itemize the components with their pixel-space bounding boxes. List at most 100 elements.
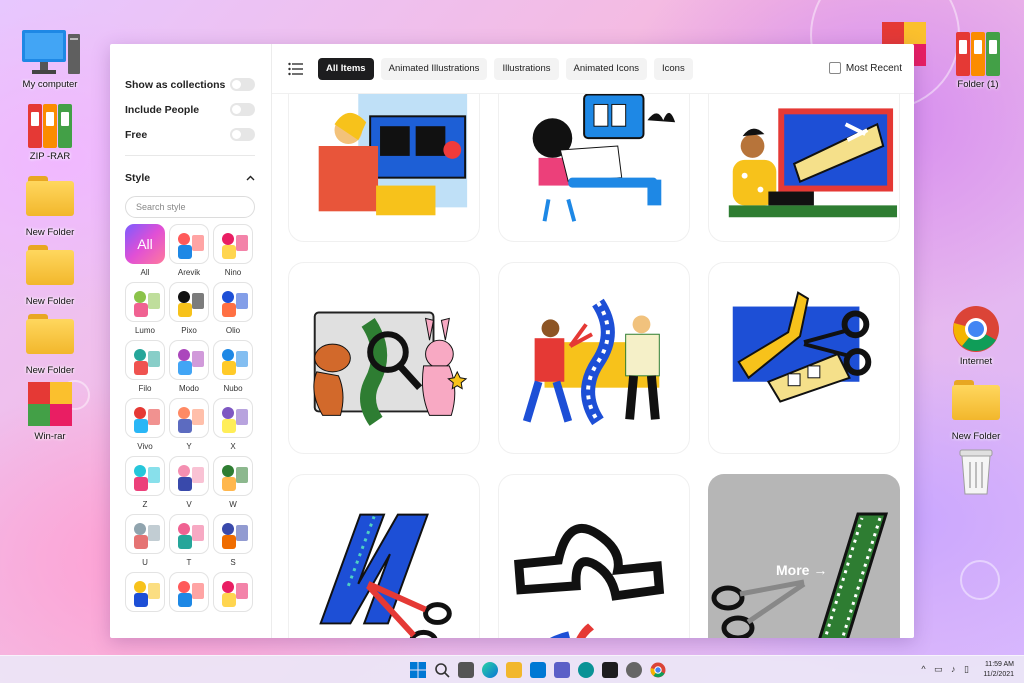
tab-animated-icons[interactable]: Animated Icons bbox=[565, 57, 647, 80]
most-recent-checkbox[interactable] bbox=[828, 62, 841, 74]
store-icon[interactable] bbox=[530, 662, 546, 678]
illustration-card[interactable] bbox=[288, 262, 480, 454]
style-option[interactable]: U bbox=[125, 514, 165, 567]
most-recent-filter[interactable]: Most Recent bbox=[828, 62, 902, 74]
edge-icon[interactable] bbox=[482, 662, 498, 678]
style-option[interactable]: Arevik bbox=[169, 224, 209, 277]
style-label: Pixo bbox=[181, 326, 197, 335]
tab-illustrations[interactable]: Illustrations bbox=[494, 57, 559, 80]
toggle-row-free: Free bbox=[125, 122, 255, 147]
style-option[interactable]: S bbox=[213, 514, 253, 567]
desktop-icon-new-folder[interactable]: New Folder bbox=[12, 170, 88, 238]
style-option[interactable]: V bbox=[169, 456, 209, 509]
style-option[interactable] bbox=[213, 572, 253, 616]
taskbar: ^ ▭ ♪ ▯ 11:59 AM 11/2/2021 bbox=[0, 655, 1024, 683]
more-card-illustration bbox=[711, 512, 889, 638]
illustration-card[interactable] bbox=[708, 94, 900, 242]
style-label: Arevik bbox=[177, 268, 201, 277]
style-option[interactable]: T bbox=[169, 514, 209, 567]
illustration-card[interactable] bbox=[498, 474, 690, 638]
style-thumbnail-all: All bbox=[125, 224, 165, 264]
style-label: Nubo bbox=[223, 384, 243, 393]
desktop-icon-label: ZIP -RAR bbox=[29, 151, 71, 162]
desktop-icon-label: My computer bbox=[22, 79, 78, 90]
search-icon[interactable] bbox=[434, 662, 450, 678]
style-thumbnail bbox=[169, 514, 209, 554]
style-label: Y bbox=[186, 442, 192, 451]
settings-icon[interactable] bbox=[626, 662, 642, 678]
chrome-icon[interactable] bbox=[650, 662, 666, 678]
style-option[interactable]: Olio bbox=[213, 282, 253, 335]
style-option[interactable]: Modo bbox=[169, 340, 209, 393]
folder-icon bbox=[952, 380, 1000, 428]
teams-icon[interactable] bbox=[554, 662, 570, 678]
desktop-icon-new-folder[interactable]: New Folder bbox=[938, 374, 1014, 442]
more-button-label: More → bbox=[776, 562, 828, 578]
tab-animated-illustrations[interactable]: Animated Illustrations bbox=[380, 57, 488, 80]
style-option[interactable]: Vivo bbox=[125, 398, 165, 451]
style-option[interactable]: W bbox=[213, 456, 253, 509]
illustration-card[interactable] bbox=[708, 262, 900, 454]
filter-sidebar: Show as collections Include People Free … bbox=[110, 44, 272, 638]
style-option[interactable] bbox=[169, 572, 209, 616]
style-thumbnail bbox=[213, 282, 253, 322]
style-option[interactable]: Lumo bbox=[125, 282, 165, 335]
desktop-icon-my-computer[interactable]: My computer bbox=[12, 28, 88, 90]
desktop-icon-new-folder[interactable]: New Folder bbox=[12, 239, 88, 307]
illustration-card[interactable] bbox=[288, 474, 480, 638]
style-section-header[interactable]: Style bbox=[125, 164, 255, 192]
desktop-icon-zip-rar[interactable]: ZIP -RAR bbox=[12, 100, 88, 162]
style-label: Vivo bbox=[137, 442, 153, 451]
style-option[interactable]: Filo bbox=[125, 340, 165, 393]
show-as-collections-switch[interactable] bbox=[230, 78, 255, 91]
style-thumbnail bbox=[213, 398, 253, 438]
include-people-switch[interactable] bbox=[230, 103, 255, 116]
desktop-icon-label: New Folder bbox=[25, 227, 75, 238]
style-option[interactable]: Y bbox=[169, 398, 209, 451]
toggle-label: Include People bbox=[125, 103, 200, 116]
more-results-card[interactable]: More → bbox=[708, 474, 900, 638]
desktop-icon-label: New Folder bbox=[25, 365, 75, 376]
style-option[interactable]: All All bbox=[125, 224, 165, 277]
style-option[interactable]: Pixo bbox=[169, 282, 209, 335]
system-tray-icons[interactable]: ^ ▭ ♪ ▯ bbox=[921, 664, 972, 675]
winrar-icon bbox=[26, 380, 74, 428]
tab-all-items[interactable]: All Items bbox=[318, 57, 374, 80]
style-grid: All All Arevik Nino Lumo Pixo Olio Filo Modo Nubo… bbox=[125, 224, 255, 616]
illustration-card[interactable] bbox=[498, 94, 690, 242]
app-icon[interactable] bbox=[602, 662, 618, 678]
file-explorer-icon[interactable] bbox=[506, 662, 522, 678]
desktop-icon-new-folder[interactable]: New Folder bbox=[12, 308, 88, 376]
binder-icon bbox=[26, 100, 74, 148]
clock-time: 11:59 AM bbox=[984, 661, 1014, 668]
desktop-icon-recycle-bin[interactable] bbox=[938, 446, 1014, 497]
style-option[interactable]: Nino bbox=[213, 224, 253, 277]
camera-icon[interactable] bbox=[458, 662, 474, 678]
style-option[interactable]: Z bbox=[125, 456, 165, 509]
style-thumbnail bbox=[213, 514, 253, 554]
illustration-card[interactable] bbox=[288, 94, 480, 242]
film-cutting-team-illustration bbox=[522, 298, 660, 426]
style-option[interactable] bbox=[125, 572, 165, 616]
style-search-input[interactable]: Search style bbox=[125, 196, 255, 218]
computer-icon bbox=[22, 28, 80, 76]
background-circle bbox=[960, 560, 1000, 600]
illustration-card[interactable] bbox=[498, 262, 690, 454]
style-option[interactable]: Nubo bbox=[213, 340, 253, 393]
windows-start-icon[interactable] bbox=[410, 662, 426, 678]
desktop-icon-internet[interactable]: Internet bbox=[938, 305, 1014, 367]
style-label: Lumo bbox=[134, 326, 155, 335]
free-switch[interactable] bbox=[230, 128, 255, 141]
clock[interactable]: 11:59 AM 11/2/2021 bbox=[983, 660, 1014, 680]
divider bbox=[125, 155, 255, 156]
desktop-icon-folder-1[interactable]: Folder (1) bbox=[940, 28, 1016, 90]
toggle-label: Show as collections bbox=[125, 78, 226, 91]
tab-icons[interactable]: Icons bbox=[653, 57, 693, 80]
style-thumbnail bbox=[213, 456, 253, 496]
desktop-icon-win-rar[interactable]: Win-rar bbox=[12, 380, 88, 442]
list-view-icon[interactable] bbox=[288, 62, 304, 76]
style-option[interactable]: X bbox=[213, 398, 253, 451]
style-label: Modo bbox=[178, 384, 199, 393]
desktop-icon-label: New Folder bbox=[25, 296, 75, 307]
app-icon[interactable] bbox=[578, 662, 594, 678]
